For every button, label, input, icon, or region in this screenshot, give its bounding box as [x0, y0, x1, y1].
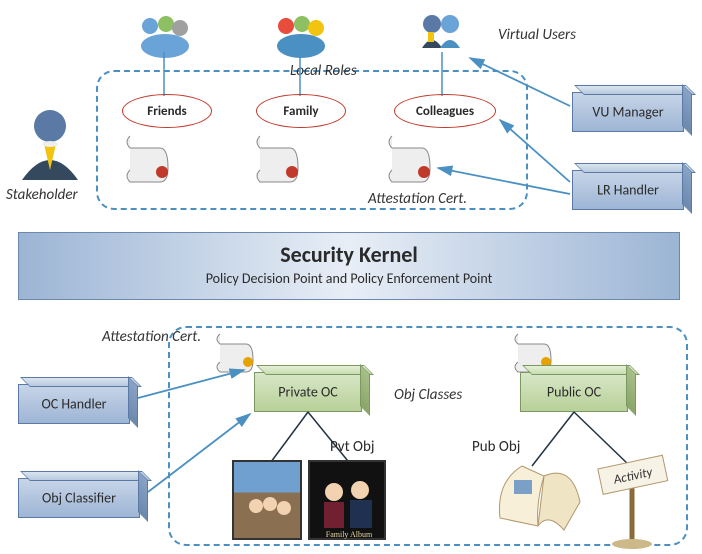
role-label: Friends — [147, 104, 186, 119]
box-label: OC Handler — [19, 396, 129, 413]
role-family: Family — [256, 94, 346, 128]
obj-classifier-box: Obj Classifier — [18, 478, 140, 518]
public-oc-box: Public OC — [520, 372, 628, 412]
pvt-photo-2: Family Album — [308, 460, 386, 540]
box-label: VU Manager — [573, 104, 683, 121]
local-roles-label: Local Roles — [290, 62, 357, 80]
box-label: Obj Classifier — [19, 490, 139, 507]
role-friends: Friends — [122, 94, 212, 128]
pvt-obj-label: Pvt Obj — [330, 438, 374, 456]
vu-manager-box: VU Manager — [572, 92, 684, 132]
stakeholder-label: Stakeholder — [6, 186, 78, 204]
local-roles-boundary — [96, 70, 528, 210]
role-colleagues: Colleagues — [394, 94, 496, 128]
box-label: Public OC — [521, 384, 627, 401]
pub-obj-label: Pub Obj — [472, 438, 520, 456]
oc-handler-box: OC Handler — [18, 384, 130, 424]
kernel-subtitle: Policy Decision Point and Policy Enforce… — [19, 270, 679, 287]
attestation-label-lower: Attestation Cert. — [102, 328, 201, 346]
security-kernel: Security Kernel Policy Decision Point an… — [18, 232, 680, 300]
role-label: Family — [283, 104, 318, 119]
stakeholder-icon — [8, 104, 108, 224]
pvt-photo-1 — [232, 460, 302, 540]
role-label: Colleagues — [416, 104, 474, 119]
box-label: LR Handler — [573, 182, 683, 199]
lr-handler-box: LR Handler — [572, 170, 684, 210]
private-oc-box: Private OC — [254, 372, 362, 412]
virtual-users-label: Virtual Users — [498, 26, 576, 44]
kernel-title: Security Kernel — [19, 241, 679, 268]
box-label: Private OC — [255, 384, 361, 401]
family-album-caption: Family Album — [326, 530, 373, 539]
attestation-label-upper: Attestation Cert. — [368, 190, 467, 208]
obj-classes-label: Obj Classes — [394, 386, 462, 404]
